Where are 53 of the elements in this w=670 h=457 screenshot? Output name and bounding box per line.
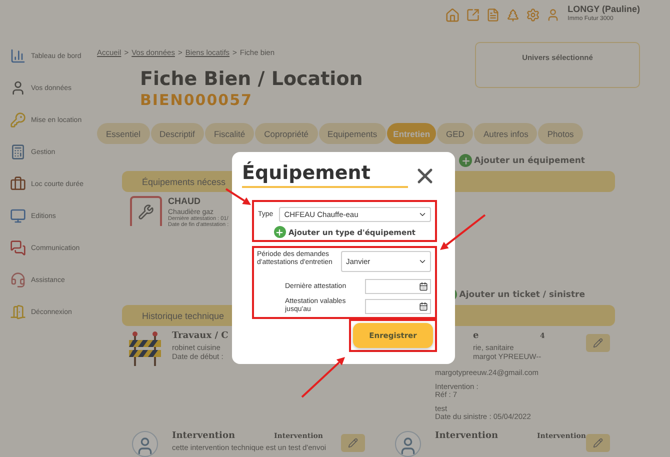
add-equipment-link[interactable]: Ajouter un équipement [459,154,585,167]
tab[interactable]: Essentiel [97,123,150,144]
tab[interactable]: Copropriété [255,123,318,144]
key-icon [10,112,26,128]
tab[interactable]: Descriptif [150,123,204,144]
tab[interactable]: GED [437,123,474,144]
tab[interactable]: Photos [538,123,583,144]
monitor-icon [10,208,26,224]
tab[interactable]: Autres infos [474,123,538,144]
door-icon [10,304,26,320]
chart-icon [10,48,26,64]
pencil-icon [593,338,603,348]
calculator-icon [10,144,26,160]
calendar-icon [419,282,428,291]
chevron-down-icon [418,257,427,266]
property-reference: BIEN000057 [140,91,254,109]
calendar-icon [419,302,428,310]
arrow [301,357,345,398]
barrier-icon [126,331,162,367]
plus-icon [274,226,286,238]
tab[interactable]: Equipements [318,123,386,144]
user-name: LONGY (Pauline) [568,4,640,14]
card-title: Travaux / C [172,331,230,341]
pencil-icon [593,438,603,448]
user-icon[interactable] [546,8,560,22]
plus-icon [459,154,472,167]
headset-person-icon [10,272,26,288]
chat-icon [10,240,26,256]
page-title: Fiche Bien / Location [140,67,363,91]
card-title: e [473,331,480,341]
document-icon[interactable] [486,8,500,22]
arrow [440,214,486,250]
section-title: Historique technique [142,310,224,320]
card-title: Intervention [435,431,499,441]
tab[interactable]: Fiscalité [204,123,254,144]
date-field[interactable] [365,279,431,294]
date-field[interactable] [365,298,431,314]
pencil-icon [348,438,358,448]
home-icon[interactable] [444,8,460,23]
external-link-icon[interactable] [466,8,480,22]
person-icon [10,80,26,96]
section-title: Équipements nécess [142,176,226,186]
tree-icon[interactable] [506,8,520,22]
suitcase-icon [10,176,26,192]
settings-icon[interactable] [526,8,540,22]
chevron-down-icon [418,210,427,219]
edit-button[interactable] [586,434,610,452]
house-wrench-icon [130,196,162,226]
edit-button[interactable] [586,334,610,352]
equipment-name: CHAUD [168,196,202,206]
card-title: Intervention [172,431,236,441]
edit-button[interactable] [341,434,365,452]
dialog-title: Équipement [242,160,408,188]
